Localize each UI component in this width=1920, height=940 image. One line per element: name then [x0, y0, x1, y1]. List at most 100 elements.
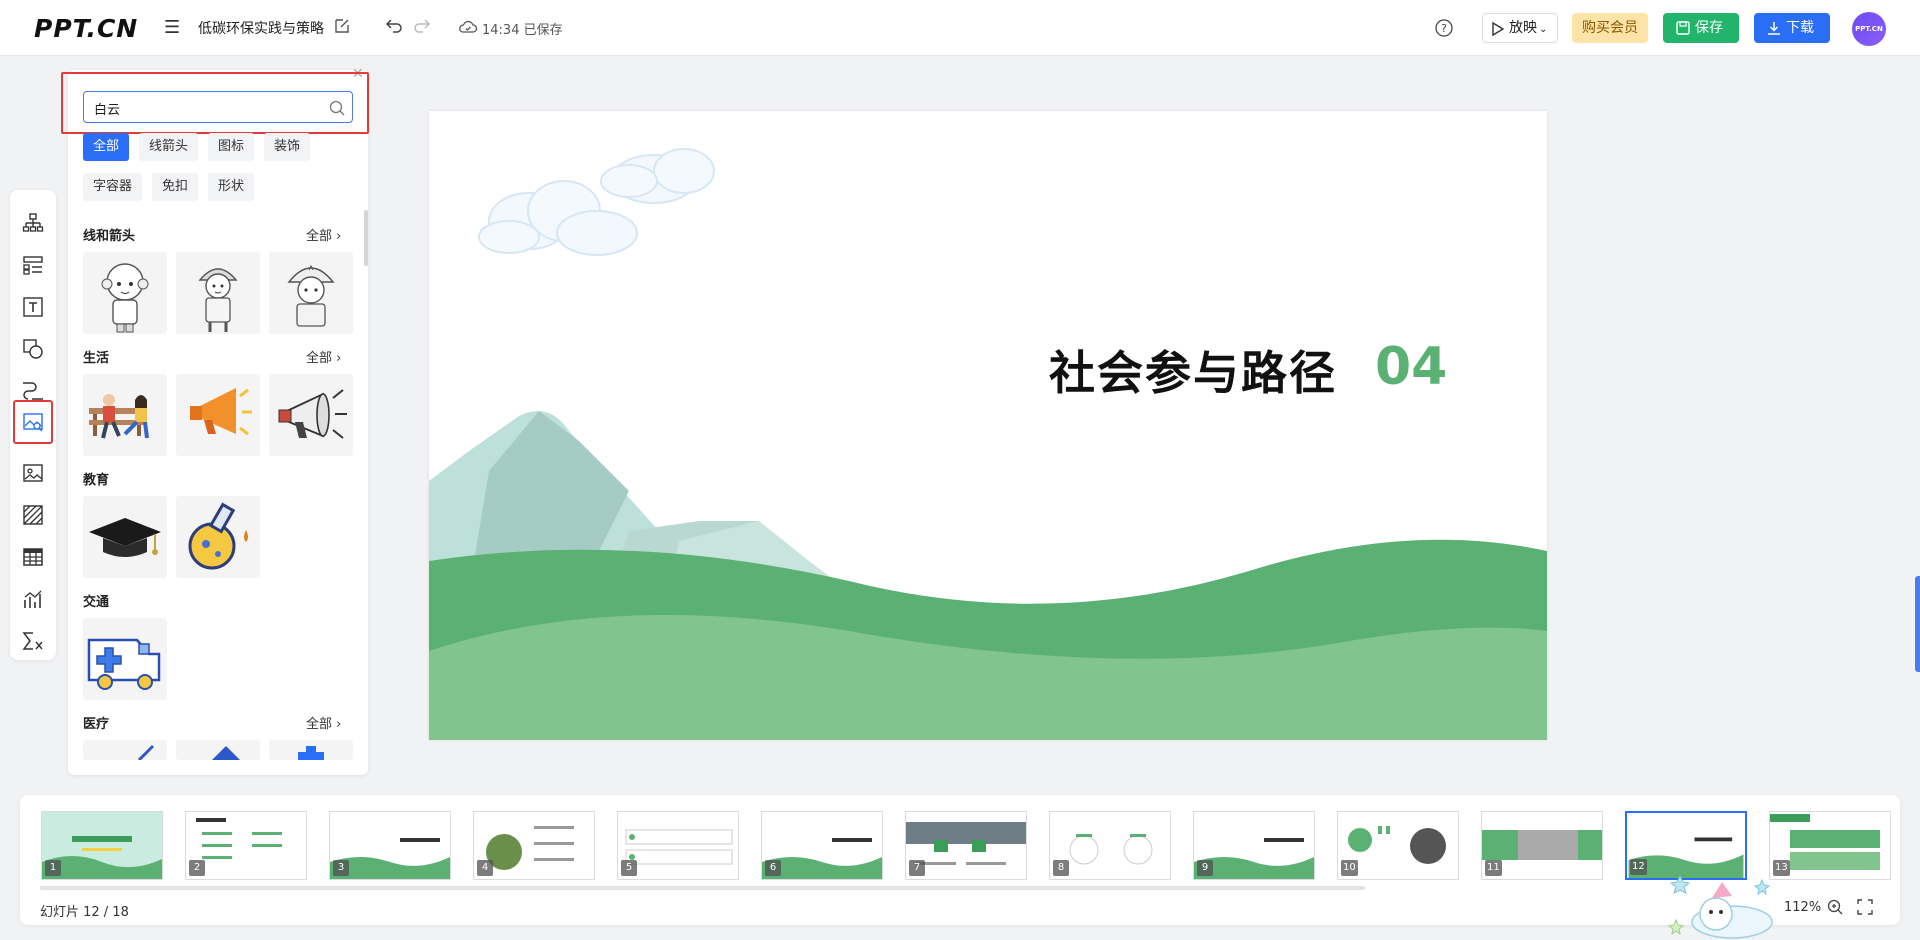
illustration-thumb[interactable] [83, 252, 167, 334]
slide-thumbnail[interactable]: 9 [1193, 811, 1315, 880]
org-chart-tool[interactable] [18, 208, 48, 238]
medical-kit-icon [212, 746, 240, 760]
graduation-cap-icon [89, 518, 161, 557]
table-tool[interactable] [18, 542, 48, 572]
layout-list-icon [23, 256, 43, 275]
slide-thumbnail[interactable]: 3 [329, 811, 451, 880]
slide-section-number[interactable]: 04 [1375, 337, 1447, 397]
illustration-thumb[interactable] [83, 496, 167, 578]
illustration-thumb[interactable] [83, 618, 167, 700]
formula-icon [22, 632, 43, 650]
save-label: 保存 [1695, 20, 1723, 36]
save-icon [1676, 21, 1690, 35]
buy-vip-button[interactable]: 购买会员 [1572, 13, 1648, 43]
edit-title-icon[interactable] [332, 16, 352, 36]
table-icon [23, 548, 43, 566]
illustration-thumb[interactable] [83, 740, 167, 760]
chart-tool[interactable] [18, 584, 48, 614]
search-input[interactable] [94, 98, 314, 118]
user-avatar[interactable]: PPT.CN [1852, 12, 1886, 46]
org-chart-icon [22, 213, 44, 232]
illustration-thumb[interactable] [269, 252, 353, 334]
slide-thumbnail[interactable]: 8 [1049, 811, 1171, 880]
megaphone-icon [278, 389, 347, 439]
cloud-icon[interactable] [600, 148, 715, 204]
slide-number-badge: 1 [45, 860, 61, 876]
search-icon[interactable] [328, 99, 346, 117]
more-label: 全部 [306, 717, 333, 732]
tool-rail [10, 190, 56, 660]
panel-scrollbar[interactable] [364, 210, 368, 266]
download-label: 下载 [1786, 20, 1814, 36]
formula-tool[interactable] [18, 626, 48, 656]
slide-number-badge: 4 [477, 860, 493, 876]
filter-chip-shape[interactable]: 形状 [208, 173, 255, 201]
slide-thumbnail[interactable]: 6 [761, 811, 883, 880]
slide-title[interactable]: 社会参与路径 [1049, 337, 1337, 403]
slide-filmstrip: 1 2 3 4 5 6 7 8 9 10 11 12 13 [20, 795, 1900, 925]
texture-tool[interactable] [18, 500, 48, 530]
undo-icon[interactable] [382, 16, 404, 38]
slide-thumbnail[interactable]: 10 [1337, 811, 1459, 880]
slide-thumbnail[interactable]: 5 [617, 811, 739, 880]
illustration-tool[interactable] [13, 400, 53, 444]
text-box-tool[interactable] [18, 292, 48, 322]
section-title-traffic: 交通 [83, 595, 110, 610]
slide-thumbnail[interactable]: 1 [41, 811, 163, 880]
line-curve-icon [23, 382, 43, 400]
illustration-thumb[interactable] [269, 740, 353, 760]
layout-list-tool[interactable] [18, 250, 48, 280]
slide-thumbnail[interactable]: 2 [185, 811, 307, 880]
slide-thumbnail[interactable]: 11 [1481, 811, 1603, 880]
filter-chip-text-container[interactable]: 字容器 [83, 173, 143, 201]
download-button[interactable]: 下载 [1754, 13, 1830, 43]
illustration-thumb[interactable] [176, 252, 260, 334]
section-title-life: 生活 [83, 351, 110, 366]
section-more-life[interactable]: 全部 › [306, 347, 341, 366]
slide-number-badge: 9 [1197, 860, 1213, 876]
right-panel-toggle[interactable] [1915, 576, 1920, 672]
seal-mascot-icon[interactable] [1668, 868, 1780, 940]
illustration-thumb[interactable] [83, 374, 167, 456]
app-logo[interactable]: PPT.CN [34, 14, 138, 43]
filter-chip-cutout[interactable]: 免扣 [152, 173, 199, 201]
filter-chip-all[interactable]: 全部 [83, 133, 130, 161]
document-title[interactable]: 低碳环保实践与策略 [198, 18, 324, 38]
syringe-icon [137, 744, 155, 760]
slide-number-badge: 11 [1485, 860, 1502, 876]
help-icon[interactable]: ? [1434, 18, 1454, 38]
cloud-saved-icon [459, 20, 478, 33]
redo-icon[interactable] [412, 16, 434, 38]
filter-chip-icon[interactable]: 图标 [208, 133, 255, 161]
image-icon [23, 464, 43, 482]
slide-thumbnail[interactable]: 13 [1769, 811, 1891, 880]
search-box[interactable] [83, 91, 353, 123]
illustration-thumb[interactable] [176, 496, 260, 578]
filter-chip-decoration[interactable]: 装饰 [264, 133, 311, 161]
zoom-level[interactable]: 112% [1784, 900, 1821, 915]
slide-thumbnail[interactable]: 7 [905, 811, 1027, 880]
shapes-tool[interactable] [18, 334, 48, 364]
play-button[interactable]: 放映 ⌄ [1482, 13, 1558, 43]
save-status: 14:34 已保存 [482, 23, 563, 38]
section-title-lines: 线和箭头 [83, 229, 136, 244]
zoom-in-icon[interactable] [1826, 898, 1844, 916]
illustration-thumb[interactable] [176, 740, 260, 760]
slide-number-badge: 3 [333, 860, 349, 876]
illustration-thumb[interactable] [269, 374, 353, 456]
slide-number-badge: 12 [1630, 859, 1647, 875]
slide-canvas[interactable]: 社会参与路径 04 [429, 111, 1547, 740]
slide-number-badge: 5 [621, 860, 637, 876]
filmstrip-scrollbar[interactable] [40, 886, 1365, 890]
image-tool[interactable] [18, 458, 48, 488]
illustration-thumb[interactable] [176, 374, 260, 456]
hamburger-menu-icon[interactable]: ☰ [164, 18, 184, 38]
section-title-medical: 医疗 [83, 717, 110, 732]
section-more-lines[interactable]: 全部 › [306, 225, 341, 244]
save-button[interactable]: 保存 [1663, 13, 1739, 43]
filter-chip-line-arrow[interactable]: 线箭头 [139, 133, 199, 161]
section-more-medical[interactable]: 全部 › [306, 713, 341, 732]
more-label: 全部 [306, 229, 333, 244]
slide-thumbnail[interactable]: 4 [473, 811, 595, 880]
fullscreen-icon[interactable] [1856, 898, 1874, 916]
